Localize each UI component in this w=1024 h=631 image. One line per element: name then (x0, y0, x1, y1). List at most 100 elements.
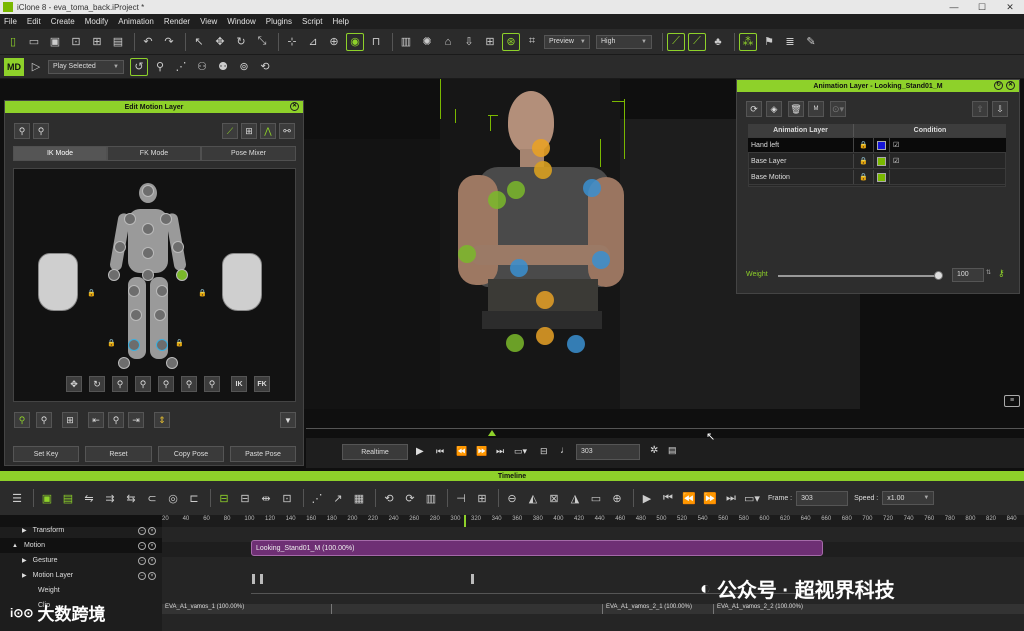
light-icon[interactable]: ✺ (418, 33, 436, 51)
joint-head[interactable] (142, 185, 154, 197)
move-down-icon[interactable]: ⇩ (992, 101, 1008, 117)
body-preset-5-icon[interactable]: ⚲ (204, 376, 220, 392)
tab-ik-mode[interactable]: IK Mode (13, 146, 107, 161)
minimize-button[interactable]: — (940, 2, 968, 13)
reset-button[interactable]: Reset (85, 446, 152, 462)
add-key-icon[interactable]: ⊟ (215, 489, 233, 507)
tab-pose-mixer[interactable]: Pose Mixer (201, 146, 296, 161)
menu-view[interactable]: View (200, 17, 217, 26)
download-icon[interactable]: ⇩ (460, 33, 478, 51)
prev-frame-icon[interactable]: ⏪ (456, 446, 467, 457)
key-marker[interactable] (252, 574, 255, 584)
home-icon[interactable]: ⌂ (439, 33, 457, 51)
ik-button[interactable]: IK (231, 376, 247, 392)
sync-right-icon[interactable]: ⟳ (401, 489, 419, 507)
joint-spine[interactable] (142, 247, 154, 259)
align-left-icon[interactable]: ⇤ (88, 412, 104, 428)
new-project-icon[interactable]: ▯ (4, 33, 22, 51)
left-hand-icon[interactable] (222, 253, 262, 311)
maximize-button[interactable]: ☐ (968, 2, 996, 13)
pose-figure-icon[interactable]: ⚲ (14, 123, 30, 139)
move-up-icon[interactable]: ⇧ (972, 101, 988, 117)
flatten-icon[interactable]: ◎ (164, 489, 182, 507)
target-icon[interactable]: ⊚ (235, 58, 253, 76)
trigger-icon[interactable]: ⚇ (193, 58, 211, 76)
joint-left-knee[interactable] (154, 309, 166, 321)
motion-clip[interactable]: Looking_Stand01_M (100.00%) (251, 540, 823, 556)
menu-create[interactable]: Create (51, 17, 75, 26)
timeline-loop-icon[interactable]: ▭▾ (743, 489, 761, 507)
effector-left-knee[interactable] (567, 335, 585, 353)
camera-target-icon[interactable]: ⊛ (502, 32, 520, 51)
effector-right-knee[interactable] (506, 334, 524, 352)
frame-icon[interactable]: ⌗ (523, 33, 541, 51)
lock-icon[interactable]: 🔒 (854, 170, 874, 184)
joint-left-foot[interactable] (166, 357, 178, 369)
close-icon[interactable]: ✕ (1006, 81, 1015, 90)
track-close-icon[interactable]: × (148, 556, 156, 565)
clip-settings-icon[interactable]: ▥ (422, 489, 440, 507)
timeline-start-icon[interactable]: ⏮ (659, 489, 677, 507)
zoom-fit-icon[interactable]: ⊠ (545, 489, 563, 507)
preview-dropdown[interactable]: Preview ▼ (544, 34, 590, 49)
fk-button[interactable]: FK (254, 376, 270, 392)
menu-help[interactable]: Help (332, 17, 348, 26)
play-circle-icon[interactable]: ▷ (27, 58, 45, 76)
settings-dropdown-icon[interactable]: ⊙▾ (830, 101, 846, 117)
key-mode-icon[interactable]: ▣ (38, 489, 56, 507)
sub-clip[interactable]: EVA_A1_vamos_2_2 (100.00%) (713, 604, 833, 614)
effector-right-hand[interactable] (458, 245, 476, 263)
link-icon[interactable]: ⊕ (325, 33, 343, 51)
track-mute-icon[interactable]: – (138, 541, 146, 550)
sub-clip[interactable]: EVA_A1_vamos_1 (100.00%) (162, 604, 332, 614)
grid-icon[interactable]: ⊞ (481, 33, 499, 51)
align-center-icon[interactable]: ⚲ (108, 412, 124, 428)
effector-left-shoulder[interactable] (583, 179, 601, 197)
move-icon[interactable]: ✥ (211, 33, 229, 51)
body-preset-1-icon[interactable]: ⚲ (112, 376, 128, 392)
body-preset-3-icon[interactable]: ⚲ (158, 376, 174, 392)
expand-arrow-icon[interactable]: ▶ (22, 527, 27, 534)
timeline-next-icon[interactable]: ⏩ (701, 489, 719, 507)
full-body-icon[interactable]: ⚲ (14, 412, 30, 428)
undo-icon[interactable]: ↶ (139, 33, 157, 51)
script-icon[interactable]: ▦ (350, 489, 368, 507)
mirror-icon[interactable]: ⊞ (241, 123, 257, 139)
joint-left-ankle[interactable] (156, 339, 168, 351)
menu-animation[interactable]: Animation (118, 17, 154, 26)
joint-right-shoulder[interactable] (124, 213, 136, 225)
right-hand-icon[interactable] (38, 253, 78, 311)
track-row[interactable]: ▶ Motion Layer – × (0, 568, 162, 583)
loop-icon[interactable]: ↺ (130, 57, 148, 76)
track-close-icon[interactable]: × (148, 541, 156, 550)
menu-plugins[interactable]: Plugins (266, 17, 292, 26)
insert-icon[interactable]: ⊏ (185, 489, 203, 507)
settings-list-icon[interactable]: ≣ (781, 33, 799, 51)
expand-arrow-icon[interactable]: ▶ (22, 557, 27, 564)
play-selected-dropdown[interactable]: Play Selected ▼ (48, 59, 124, 74)
timeline-frame-input[interactable]: 303 (796, 490, 849, 506)
track-controls[interactable]: – × (136, 556, 156, 565)
curve-editor-icon[interactable]: ⋰ (308, 489, 326, 507)
key-icon[interactable]: ⚷ (998, 268, 1005, 279)
scale-icon[interactable]: ⤡ (253, 33, 271, 51)
select-arrow-icon[interactable]: ↖ (190, 33, 208, 51)
joint-chest[interactable] (142, 223, 154, 235)
track-mute-icon[interactable]: – (138, 526, 146, 535)
effector-pelvis[interactable] (536, 327, 554, 345)
panel-toggle-icon[interactable]: ▥ (397, 33, 415, 51)
ik-mannequin-area[interactable]: 🔒 🔒 🔒 🔒 (13, 168, 296, 402)
weight-input[interactable]: 100 (952, 268, 984, 282)
layer-color-swatch[interactable] (877, 140, 886, 150)
joint-right-elbow[interactable] (114, 241, 126, 253)
body-icon[interactable]: ⚲ (36, 412, 52, 428)
effector-neck[interactable] (534, 161, 552, 179)
weight-slider-track[interactable] (778, 275, 938, 277)
menu-modify[interactable]: Modify (85, 17, 109, 26)
fit-icon[interactable]: ⇹ (257, 489, 275, 507)
redo-icon[interactable]: ↷ (160, 33, 178, 51)
joint-left-shoulder[interactable] (160, 213, 172, 225)
track-controls[interactable]: – × (136, 541, 156, 550)
eye-visibility-icon[interactable]: ◉ (346, 32, 364, 51)
render-icon[interactable]: ▤ (109, 33, 127, 51)
